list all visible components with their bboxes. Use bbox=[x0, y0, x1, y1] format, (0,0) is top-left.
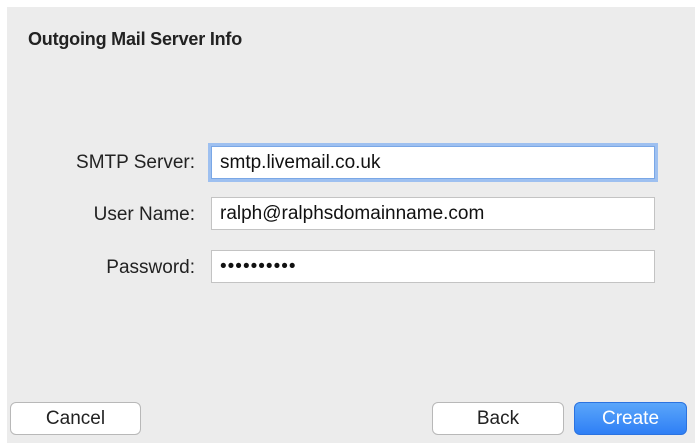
password-label: Password: bbox=[106, 257, 195, 278]
smtp-server-label: SMTP Server: bbox=[76, 152, 195, 173]
dialog-title: Outgoing Mail Server Info bbox=[28, 29, 243, 49]
user-name-input[interactable] bbox=[211, 197, 655, 230]
smtp-server-input[interactable] bbox=[211, 146, 655, 179]
create-button[interactable]: Create bbox=[574, 402, 687, 435]
cancel-button[interactable]: Cancel bbox=[10, 402, 141, 435]
back-button[interactable]: Back bbox=[432, 402, 564, 435]
password-input[interactable] bbox=[211, 250, 655, 283]
user-name-label: User Name: bbox=[93, 204, 195, 225]
